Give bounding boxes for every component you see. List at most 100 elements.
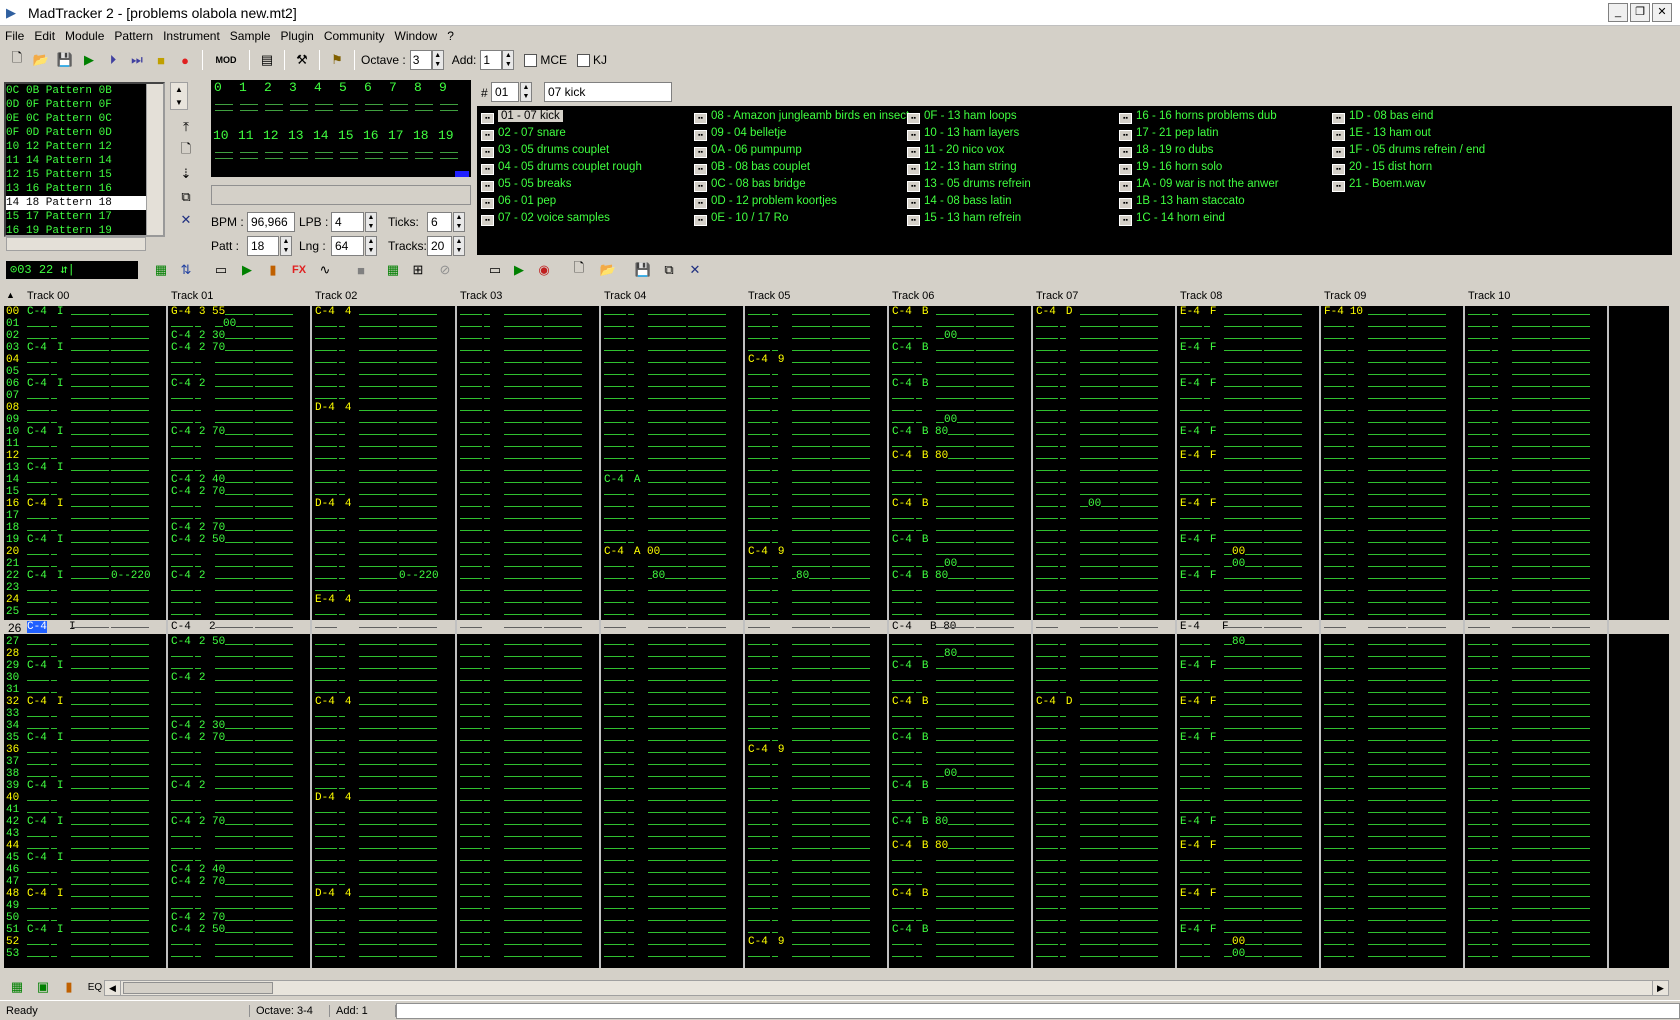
order-grid[interactable]: 0 1 2 3 4 5 6 7 8 9 10 11 12 13 14 15 16 17 18 19 [211,80,471,177]
grid-icon[interactable]: ▦ [382,259,404,281]
note-cell[interactable]: C-4 I [27,888,64,900]
instrument-item[interactable]: ▪▪ 15 - 13 ham refrein [907,211,1021,226]
pattern-list-item[interactable]: 0E 0C Pattern 0C [6,112,163,126]
pattern-row[interactable]: 11 [4,438,1669,450]
note-cell[interactable]: 00 [944,330,958,342]
instrument-item[interactable]: ▪▪ 03 - 05 drums couplet [481,143,609,158]
menu-help[interactable]: ? [442,29,459,43]
pattern-row[interactable]: 52 C-4 9 00 [4,936,1669,948]
track-label[interactable]: Track 02 [315,290,357,302]
instrument-item[interactable]: ▪▪ 1A - 09 war is not the anwer [1119,177,1279,192]
pattern-row[interactable]: 00 C-4 I G-4 3 55 C-4 4 C-4 B C-4 D E-4 F F-4 10 [4,306,1669,318]
note-cell[interactable]: C-4 4 [315,306,352,318]
note-cell[interactable]: C-4 [892,621,912,633]
pattern-list-scrollbar[interactable] [146,84,163,235]
order-column-label[interactable]: 9 [439,80,447,95]
close-button[interactable]: ✕ [1652,3,1672,22]
instrument-item[interactable]: ▪▪ 0A - 06 pumpump [694,143,802,158]
note-cell[interactable]: C-4 2 70 [171,816,226,828]
order-column-label[interactable]: 1 [239,80,247,95]
pattern-row[interactable]: 32 C-4 I C-4 4 C-4 B C-4 D E-4 F [4,696,1669,708]
menu-community[interactable]: Community [319,29,390,43]
note-cell[interactable]: E-4 F [1180,732,1217,744]
lpb-spinner-arrows[interactable]: ▲ ▼ [365,212,377,232]
instrument-item[interactable]: ▪▪ 07 - 02 voice samples [481,211,610,226]
pattern-list-item[interactable]: 16 19 Pattern 19 [6,224,163,235]
note-cell[interactable]: G-4 3 55 [171,306,226,318]
note-cell[interactable]: C-4 I [27,732,64,744]
note-cell[interactable]: C-4 2 70 [171,486,226,498]
pattern-row[interactable]: 22 C-4 I C-4 2 80 80 C-4 B 80 E-4 F 0--220 0--220 [4,570,1669,582]
pattern-list-item[interactable]: 10 12 Pattern 12 [6,140,163,154]
note-cell[interactable]: C-4 I [27,462,64,474]
instrument-edit-icon[interactable]: ▭ [484,259,506,281]
note-cell[interactable]: E-4 F [1180,660,1217,672]
instrument-item[interactable]: ▪▪ 14 - 08 bass latin [907,194,1012,209]
pattern-row[interactable]: 43 [4,828,1669,840]
note-cell[interactable]: C-4 I [27,306,64,318]
note-cell[interactable]: E-4 F [1180,306,1217,318]
pattern-row[interactable]: 16 C-4 I D-4 4 C-4 B 00 E-4 F [4,498,1669,510]
note-cell[interactable]: C-4 2 70 [171,912,226,924]
instrument-item[interactable]: ▪▪ 09 - 04 belletje [694,126,786,141]
note-cell[interactable]: C-4 2 50 [171,924,226,936]
menu-plugin[interactable]: Plugin [275,29,318,43]
instrument-item[interactable]: ▪▪ 04 - 05 drums couplet rough [481,160,642,175]
note-cell[interactable]: E-4 F [1180,924,1217,936]
instrument-props-icon[interactable]: ⧉ [658,259,680,281]
pattern-row[interactable]: 35 C-4 I C-4 2 70 C-4 B E-4 F [4,732,1669,744]
calculator-icon[interactable]: ▤ [256,49,278,71]
pattern-row[interactable]: 15 C-4 2 70 [4,486,1669,498]
instrument-item[interactable]: ▪▪ 21 - Boem.wav [1332,177,1426,192]
instrument-save-icon[interactable]: 💾 [632,259,654,281]
note-cell[interactable]: C-4 I [27,378,64,390]
pattern-row[interactable]: 40 D-4 4 [4,792,1669,804]
order-column-label[interactable]: 6 [364,80,372,95]
pattern-row[interactable]: 10 C-4 I C-4 2 70 C-4 B 80 E-4 F [4,426,1669,438]
patt-spinner-arrows[interactable]: ▲ ▼ [280,236,292,256]
track-label[interactable]: Track 04 [604,290,646,302]
pattern-row[interactable]: 03 C-4 I C-4 2 70 C-4 B E-4 F [4,342,1669,354]
note-cell[interactable]: C-4 I [27,534,64,546]
instrument-item[interactable]: ▪▪ 11 - 20 nico vox [907,143,1004,158]
instrument-item[interactable]: ▪▪ 1C - 14 horn eind [1119,211,1225,226]
pattern-editor-icon[interactable]: ▦ [6,976,28,998]
note-cell[interactable]: C-4 D [1036,306,1073,318]
note-cell[interactable]: E-4 4 [315,594,352,606]
instrument-item[interactable]: ▪▪ 18 - 19 ro dubs [1119,143,1213,158]
note-cell[interactable]: C-4 B [892,732,929,744]
kj-checkbox[interactable]: KJ [577,53,607,68]
note-cell[interactable]: C-4 [171,621,191,633]
note-cell[interactable]: C-4 9 [748,744,785,756]
instrument-item[interactable]: ▪▪ 10 - 13 ham layers [907,126,1019,141]
pattern-row[interactable]: 19 C-4 I C-4 2 50 C-4 B E-4 F [4,534,1669,546]
track-label[interactable]: Track 01 [171,290,213,302]
note-cell[interactable]: C-4 I [27,780,64,792]
note-cell[interactable]: F-4 10 [1324,306,1364,318]
pattern-row[interactable]: 36 C-4 9 [4,744,1669,756]
note-cell[interactable]: C-4 9 [748,546,785,558]
menu-pattern[interactable]: Pattern [109,29,158,43]
note-cell[interactable]: C-4 I [27,570,64,582]
note-cell[interactable]: 80 [652,570,666,582]
pattern-row[interactable]: 27 C-4 2 50 80 [4,636,1669,648]
tracks-spinner-arrows[interactable]: ▲ ▼ [453,236,465,256]
pattern-row[interactable]: 25 [4,606,1669,618]
instrument-item[interactable]: ▪▪ 1B - 13 ham staccato [1119,194,1245,209]
note-cell[interactable]: C-4 2 70 [171,522,226,534]
note-cell[interactable]: E-4 F [1180,534,1217,546]
note-cell[interactable]: 00 [223,318,237,330]
note-cell[interactable]: C-4 I [27,852,64,864]
pattern-list-item[interactable]: 0C 0B Pattern 0B [6,84,163,98]
eq-icon[interactable]: EQ [84,976,106,998]
note-cell[interactable]: C-4 B [892,660,929,672]
order-column-label[interactable]: 5 [339,80,347,95]
note-cell[interactable]: D-4 4 [315,498,352,510]
note-cell[interactable]: 00 [1232,546,1246,558]
swap-icon[interactable]: ⇅ [175,259,197,281]
order-column-label[interactable]: 8 [414,80,422,95]
play-track-icon[interactable]: ▶ [236,259,258,281]
open-folder-icon[interactable]: 📂 [30,49,52,71]
note-cell[interactable]: C-4 B [892,696,929,708]
note-cell[interactable]: 00 [1232,948,1246,960]
